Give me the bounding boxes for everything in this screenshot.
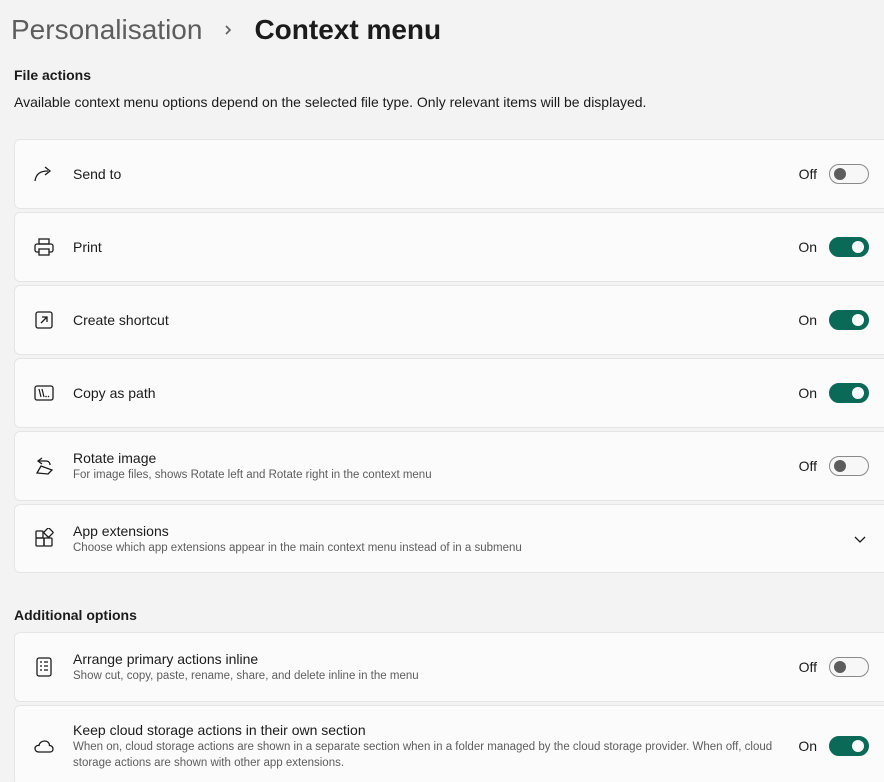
rotate-icon	[33, 455, 55, 477]
page-title: Context menu	[254, 14, 442, 45]
section-description: Available context menu options depend on…	[14, 94, 647, 110]
toggle-knob	[852, 740, 864, 752]
setting-title: Arrange primary actions inline	[73, 651, 259, 667]
toggle-state-label: On	[798, 239, 817, 255]
setting-subtitle: Show cut, copy, paste, rename, share, an…	[73, 670, 419, 682]
breadcrumb-parent[interactable]: Personalisation	[11, 10, 202, 50]
send-to-toggle[interactable]	[829, 164, 869, 184]
toggle-knob	[834, 460, 846, 472]
setting-cloud-storage-section: Keep cloud storage actions in their own …	[14, 705, 884, 782]
apps-icon	[33, 527, 55, 550]
toggle-knob	[852, 314, 864, 326]
chevron-right-icon	[202, 24, 254, 36]
settings-page: Personalisation Context menu File action…	[0, 0, 884, 782]
cloud-icon	[33, 735, 55, 757]
setting-subtitle: Choose which app extensions appear in th…	[73, 541, 522, 554]
breadcrumb: Personalisation Context menu	[11, 10, 441, 50]
rotate-image-toggle[interactable]	[829, 456, 869, 476]
setting-arrange-primary-actions: Arrange primary actions inline Show cut,…	[14, 632, 884, 702]
shortcut-icon	[33, 309, 55, 331]
toggle-state-label: On	[798, 738, 817, 754]
setting-title: Keep cloud storage actions in their own …	[73, 722, 366, 738]
setting-send-to: Send to Off	[14, 139, 884, 209]
setting-title: Send to	[73, 166, 122, 182]
toggle-knob	[852, 387, 864, 399]
toggle-state-label: On	[798, 312, 817, 328]
setting-subtitle: When on, cloud storage actions are shown…	[73, 741, 773, 769]
toggle-state-label: On	[798, 385, 817, 401]
toggle-knob	[834, 661, 846, 673]
chevron-down-icon[interactable]	[853, 532, 867, 546]
arrange-inline-toggle[interactable]	[829, 657, 869, 677]
setting-title: Rotate image	[73, 450, 157, 466]
setting-print: Print On	[14, 212, 884, 282]
setting-title: Create shortcut	[73, 312, 169, 328]
toggle-state-label: Off	[798, 166, 817, 182]
setting-app-extensions[interactable]: App extensions Choose which app extensio…	[14, 504, 884, 573]
setting-rotate-image: Rotate image For image files, shows Rota…	[14, 431, 884, 501]
copy-path-icon	[33, 382, 55, 404]
printer-icon	[33, 236, 55, 258]
setting-title: Print	[73, 239, 102, 255]
toggle-state-label: Off	[798, 458, 817, 474]
print-toggle[interactable]	[829, 237, 869, 257]
toggle-knob	[834, 168, 846, 180]
setting-copy-as-path: Copy as path On	[14, 358, 884, 428]
create-shortcut-toggle[interactable]	[829, 310, 869, 330]
share-arrow-icon	[33, 163, 55, 185]
setting-create-shortcut: Create shortcut On	[14, 285, 884, 355]
setting-title: Copy as path	[73, 385, 156, 401]
toggle-state-label: Off	[798, 659, 817, 675]
section-heading-file-actions: File actions	[14, 67, 92, 83]
copy-as-path-toggle[interactable]	[829, 383, 869, 403]
setting-title: App extensions	[73, 522, 169, 539]
setting-subtitle: For image files, shows Rotate left and R…	[73, 469, 432, 481]
cloud-storage-toggle[interactable]	[829, 736, 869, 756]
list-icon	[33, 656, 55, 678]
section-heading-additional-options: Additional options	[14, 607, 137, 623]
toggle-knob	[852, 241, 864, 253]
